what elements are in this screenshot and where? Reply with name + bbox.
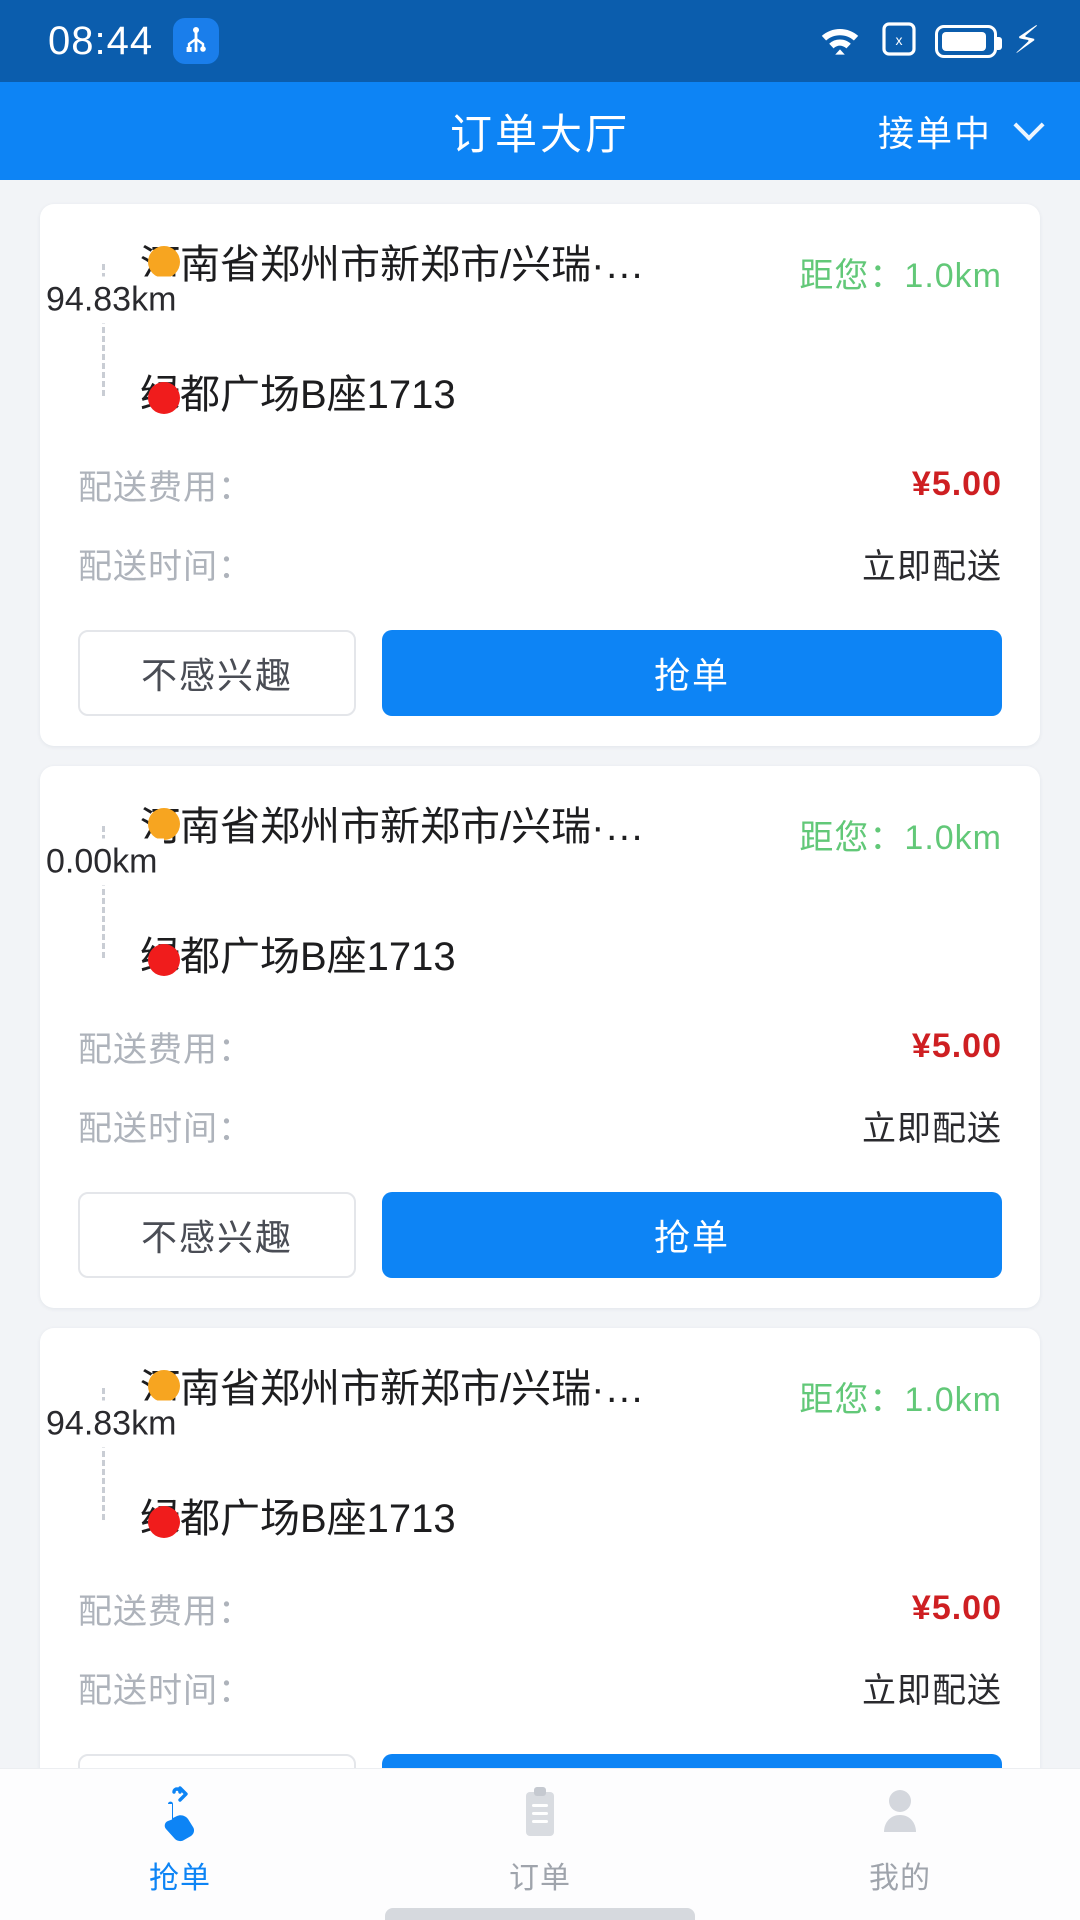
tab-profile[interactable]: 我的 [720,1783,1080,1897]
pickup-dot-icon [148,246,180,278]
delivery-time-value: 立即配送 [862,1672,1002,1710]
pickup-row: 河南省郑州市新郑市/兴瑞·… 距您：1.0km [140,1354,1002,1424]
fee-value: ¥5.00 [911,465,1002,503]
pickup-row: 河南省郑州市新郑市/兴瑞·… 距您：1.0km [140,792,1002,862]
distance-to-you: 距您：1.0km [799,1381,1002,1419]
order-card[interactable]: 河南省郑州市新郑市/兴瑞·… 距您：1.0km 0.00km 绿都广场B座171… [40,766,1040,1308]
tab-orders-label: 订单 [509,1862,571,1895]
tab-profile-label: 我的 [869,1862,931,1895]
delivery-time-value: 立即配送 [862,1110,1002,1148]
dropoff-address: 绿都广场B座1713 [140,1497,456,1541]
dropoff-dot-icon [148,382,180,414]
sim-card-icon: x [881,20,917,63]
pickup-row: 河南省郑州市新郑市/兴瑞·… 距您：1.0km [140,230,1002,300]
dropoff-address: 绿都广场B座1713 [140,373,456,417]
not-interested-button[interactable]: 不感兴趣 [78,630,356,716]
status-bar-clock: 08:44 [48,18,154,63]
bottom-tab-bar: 抢单 订单 我的 [0,1768,1080,1920]
battery-icon [935,24,1003,58]
grab-order-button[interactable]: 抢单 [382,630,1002,716]
dropoff-dot-icon [148,1506,180,1538]
dropoff-row: 绿都广场B座1713 [140,922,1002,992]
pickup-address: 河南省郑州市新郑市/兴瑞·… [140,1367,645,1411]
svg-text:x: x [896,32,903,48]
tab-grab-orders[interactable]: 抢单 [0,1783,360,1897]
home-indicator [385,1908,695,1920]
order-status-selector[interactable]: 接单中 [877,105,1045,157]
fee-label: 配送费用： [78,469,253,507]
card-actions: 不感兴趣 抢单 [78,630,1002,716]
chevron-down-icon [1013,109,1045,141]
app-screen: 08:44 x ⚡ 订单大厅 接单中 河南省郑州市新郑市/兴瑞·… 距您：1.0… [0,0,1080,1920]
tab-orders[interactable]: 订单 [360,1783,720,1897]
trip-distance: 0.00km [40,838,164,886]
route-block: 河南省郑州市新郑市/兴瑞·… 距您：1.0km 94.83km 绿都广场B座17… [40,230,1002,430]
route-block: 河南省郑州市新郑市/兴瑞·… 距您：1.0km 94.83km 绿都广场B座17… [40,1354,1002,1554]
status-bar: 08:44 x ⚡ [0,0,1080,82]
fee-row: 配送费用： ¥5.00 [78,1022,1002,1071]
pickup-address: 河南省郑州市新郑市/兴瑞·… [140,243,645,287]
person-icon [874,1783,926,1845]
pickup-address: 河南省郑州市新郑市/兴瑞·… [140,805,645,849]
pickup-dot-icon [148,808,180,840]
fee-row: 配送费用： ¥5.00 [78,1584,1002,1633]
usb-icon [173,18,220,64]
dropoff-row: 绿都广场B座1713 [140,1484,1002,1554]
delivery-time-label: 配送时间： [78,1110,253,1148]
delivery-time-label: 配送时间： [78,548,253,586]
trip-distance: 94.83km [40,276,183,324]
app-header: 订单大厅 接单中 [0,82,1080,180]
pickup-dot-icon [148,1370,180,1402]
wifi-icon [817,20,863,63]
trip-distance: 94.83km [40,1400,183,1448]
fee-label: 配送费用： [78,1593,253,1631]
dropoff-address: 绿都广场B座1713 [140,935,456,979]
delivery-time-row: 配送时间： 立即配送 [78,1101,1002,1150]
fee-label: 配送费用： [78,1031,253,1069]
grab-order-button[interactable]: 抢单 [382,1192,1002,1278]
tab-grab-orders-label: 抢单 [149,1862,211,1895]
route-block: 河南省郑州市新郑市/兴瑞·… 距您：1.0km 0.00km 绿都广场B座171… [40,792,1002,992]
distance-to-you: 距您：1.0km [799,819,1002,857]
charging-bolt-icon: ⚡ [1013,20,1040,62]
not-interested-button[interactable]: 不感兴趣 [78,1192,356,1278]
clipboard-icon [514,1783,566,1845]
dropoff-dot-icon [148,944,180,976]
status-bar-right: x ⚡ [817,20,1040,63]
fee-row: 配送费用： ¥5.00 [78,460,1002,509]
status-bar-left: 08:44 [48,18,220,64]
delivery-time-label: 配送时间： [78,1672,253,1710]
order-status-label: 接单中 [877,113,992,154]
order-list[interactable]: 河南省郑州市新郑市/兴瑞·… 距您：1.0km 94.83km 绿都广场B座17… [0,180,1080,1920]
delivery-time-value: 立即配送 [862,548,1002,586]
fee-value: ¥5.00 [911,1027,1002,1065]
card-actions: 不感兴趣 抢单 [78,1192,1002,1278]
tap-hand-icon [154,1783,206,1845]
delivery-time-row: 配送时间： 立即配送 [78,1663,1002,1712]
dropoff-row: 绿都广场B座1713 [140,360,1002,430]
delivery-time-row: 配送时间： 立即配送 [78,539,1002,588]
order-card[interactable]: 河南省郑州市新郑市/兴瑞·… 距您：1.0km 94.83km 绿都广场B座17… [40,204,1040,746]
distance-to-you: 距您：1.0km [799,257,1002,295]
fee-value: ¥5.00 [911,1589,1002,1627]
